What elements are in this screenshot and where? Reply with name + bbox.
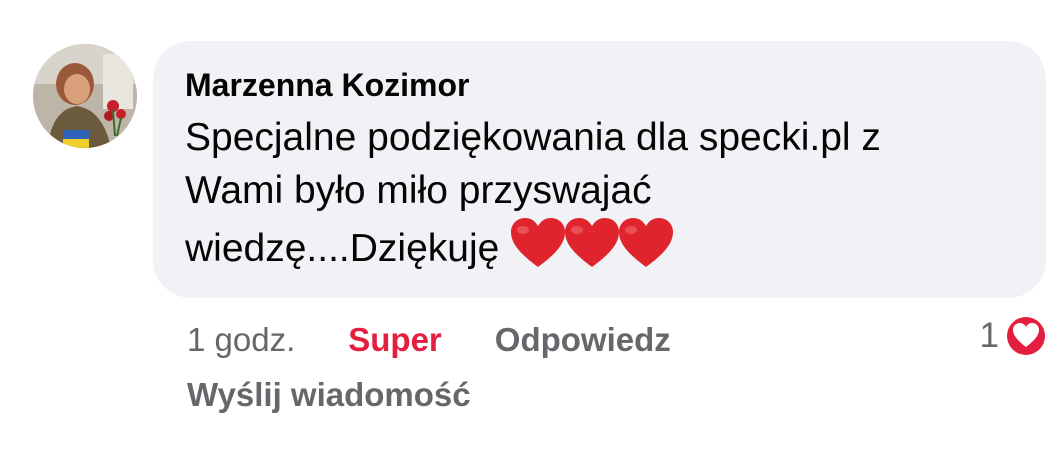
- author-name[interactable]: Marzenna Kozimor: [185, 63, 469, 107]
- send-message-link[interactable]: Wyślij wiadomość: [187, 376, 471, 414]
- reaction-count: 1: [979, 316, 999, 355]
- timestamp[interactable]: 1 godz.: [187, 321, 295, 359]
- profile-photo: [33, 44, 137, 148]
- avatar[interactable]: [33, 44, 137, 148]
- comment-text-block: Specjalne podziękowania dla specki.pl z …: [185, 111, 1016, 283]
- heart-emoji: [619, 218, 674, 267]
- comment: Marzenna Kozimor Specjalne podziękowania…: [0, 0, 1061, 455]
- comment-actions: 1 godz. Super Odpowiedz: [187, 318, 671, 362]
- comment-bubble: Marzenna Kozimor Specjalne podziękowania…: [153, 41, 1046, 298]
- heart-emoji: [565, 218, 620, 267]
- heart-emoji: [511, 218, 566, 267]
- reaction-button[interactable]: Super: [348, 321, 442, 359]
- love-reaction-icon: [1005, 315, 1047, 357]
- reaction-summary[interactable]: 1: [980, 313, 1048, 359]
- reply-button[interactable]: Odpowiedz: [495, 321, 671, 359]
- heart-emojis: [509, 217, 674, 283]
